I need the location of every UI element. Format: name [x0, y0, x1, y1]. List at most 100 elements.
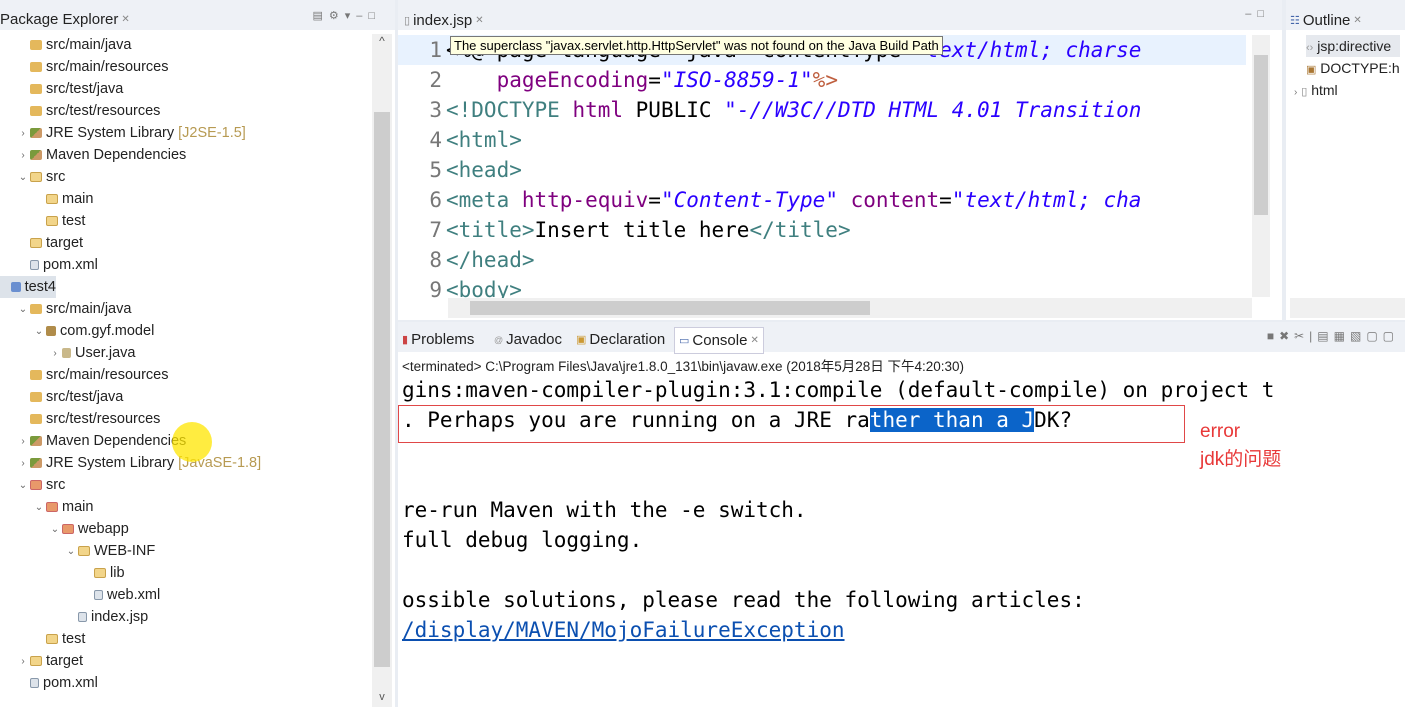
tree-item-label: src	[46, 169, 66, 185]
library-icon	[30, 150, 42, 160]
tree-item[interactable]: src/test/resources	[0, 100, 372, 122]
javadoc-icon: @	[494, 334, 504, 345]
view-toolbar-icons[interactable]: ▤⚙▾–□	[312, 9, 381, 22]
folder-icon	[30, 238, 42, 248]
tree-item[interactable]: ⌄ main	[0, 496, 372, 518]
tree-item[interactable]: main	[0, 188, 372, 210]
code-token: <title>	[446, 218, 535, 242]
code-token: </head>	[446, 248, 535, 272]
code-token: content	[850, 188, 940, 212]
expand-icon[interactable]: ›	[16, 458, 30, 469]
collapse-icon[interactable]: ⌄	[48, 524, 62, 535]
collapse-icon[interactable]: ⌄	[64, 546, 78, 557]
expand-icon[interactable]: ›	[16, 656, 30, 667]
collapse-icon[interactable]: ⌄	[16, 304, 30, 315]
collapse-icon[interactable]: ⌄	[32, 502, 46, 513]
expand-icon[interactable]: ›	[16, 128, 30, 139]
tree-item[interactable]: ⌄ WEB-INF	[0, 540, 372, 562]
tree-item[interactable]: › Maven Dependencies	[0, 144, 372, 166]
mojo-failure-link[interactable]: /display/MAVEN/MojoFailureException	[402, 615, 1274, 645]
console-line: ossible solutions, please read the follo…	[402, 588, 1085, 612]
tree-item-label: main	[62, 499, 94, 515]
close-icon[interactable]: ✕	[475, 15, 483, 26]
tree-item-label: web.xml	[107, 587, 161, 603]
tree-item-label: WEB-INF	[94, 543, 156, 559]
tree-item[interactable]: pom.xml	[0, 254, 372, 276]
tree-item[interactable]: › JRE System Library [J2SE-1.5]	[0, 122, 372, 144]
code-token: <html>	[446, 128, 522, 152]
tree-item[interactable]: test4	[0, 276, 56, 298]
expand-icon[interactable]: ›	[16, 436, 30, 447]
console-line: gins:maven-compiler-plugin:3.1:compile (…	[402, 378, 1275, 402]
tree-item[interactable]: test	[0, 628, 372, 650]
expand-icon[interactable]: ›	[16, 150, 30, 161]
code-token: "Content-Type"	[660, 188, 838, 212]
tree-item[interactable]: web.xml	[0, 584, 372, 606]
tab-index-jsp[interactable]: ▯ index.jsp ✕	[404, 12, 484, 29]
tree-item-label: src/main/java	[46, 301, 132, 317]
terminated-status: <terminated> C:\Program Files\Java\jre1.…	[402, 359, 965, 374]
tree-item[interactable]: src/test/java	[0, 78, 372, 100]
console-output[interactable]: gins:maven-compiler-plugin:3.1:compile (…	[398, 375, 1275, 645]
tree-item-label: main	[62, 191, 94, 207]
close-icon[interactable]: ✕	[1353, 15, 1361, 26]
tree-item[interactable]: pom.xml	[0, 672, 372, 694]
tab-console[interactable]: ▭ Console ✕	[674, 327, 764, 354]
tree-item[interactable]: test	[0, 210, 372, 232]
scroll-down-icon[interactable]: v	[372, 691, 392, 703]
outline-hscrollbar[interactable]	[1290, 298, 1405, 318]
tree-item[interactable]: › User.java	[0, 342, 372, 364]
scroll-thumb[interactable]	[1254, 55, 1268, 215]
jsp-file-icon	[78, 612, 87, 622]
source-folder-icon	[30, 304, 42, 314]
tree-item-label: lib	[110, 565, 125, 581]
outline-tabbar: ☷ Outline ✕	[1286, 0, 1405, 30]
code-text: <head>	[446, 155, 1246, 185]
code-token: pageEncoding	[496, 68, 649, 92]
code-token: =	[648, 188, 661, 212]
code-area[interactable]: 1<%@ page language="java" contentType="t…	[398, 35, 1246, 305]
collapse-icon[interactable]: ⌄	[16, 172, 30, 183]
tree-item[interactable]: ⌄ webapp	[0, 518, 372, 540]
tree-item[interactable]: src/main/resources	[0, 56, 372, 78]
tab-declaration[interactable]: ▣ Declaration	[576, 331, 665, 348]
tree-scrollbar[interactable]: ^ v	[372, 34, 392, 707]
library-version: [J2SE-1.5]	[178, 125, 246, 141]
outline-label: html	[1311, 82, 1338, 98]
editor-vscrollbar[interactable]	[1252, 35, 1270, 297]
tab-label: Declaration	[589, 331, 666, 348]
collapse-icon[interactable]: ⌄	[16, 480, 30, 491]
tab-package-explorer[interactable]: Package Explorer ✕	[0, 11, 130, 28]
console-toolbar-icons[interactable]: ■✖✂|▤▦▧▢▢	[1267, 329, 1399, 343]
scroll-thumb[interactable]	[470, 301, 870, 315]
outline-item[interactable]: ▣ DOCTYPE:h	[1306, 57, 1400, 79]
minimize-maximize-icons[interactable]: –□	[1245, 8, 1270, 20]
close-icon[interactable]: ✕	[750, 335, 758, 346]
tree-item[interactable]: ⌄ src	[0, 166, 372, 188]
scroll-up-icon[interactable]: ^	[372, 34, 392, 48]
expand-icon[interactable]: ›	[48, 348, 62, 359]
tree-item[interactable]: target	[0, 232, 372, 254]
tab-javadoc[interactable]: @ Javadoc	[494, 331, 562, 348]
editor-hscrollbar[interactable]	[448, 298, 1252, 318]
folder-icon	[30, 656, 42, 666]
tab-outline[interactable]: ☷ Outline ✕	[1290, 12, 1362, 29]
expand-icon[interactable]: ›	[1294, 87, 1297, 98]
tab-problems[interactable]: ▮ Problems	[402, 331, 474, 348]
tree-item[interactable]: ⌄ com.gyf.model	[0, 320, 372, 342]
tree-item[interactable]: ⌄ src	[0, 474, 372, 496]
tree-item[interactable]: src/main/java	[0, 34, 372, 56]
outline-item[interactable]: ‹› jsp:directive	[1306, 35, 1400, 57]
tree-item[interactable]: › target	[0, 650, 372, 672]
scroll-thumb[interactable]	[374, 112, 390, 667]
tree-item[interactable]: lib	[0, 562, 372, 584]
close-icon[interactable]: ✕	[121, 14, 129, 25]
tree-item[interactable]: src/test/java	[0, 386, 372, 408]
line-number: 9	[429, 278, 442, 302]
collapse-icon[interactable]: ⌄	[32, 326, 46, 337]
tree-item[interactable]: ⌄ src/main/java	[0, 298, 372, 320]
tree-item[interactable]: index.jsp	[0, 606, 372, 628]
tree-item[interactable]: src/main/resources	[0, 364, 372, 386]
tree-item-label: target	[46, 653, 84, 669]
outline-item[interactable]: › ▯ html	[1294, 79, 1400, 101]
